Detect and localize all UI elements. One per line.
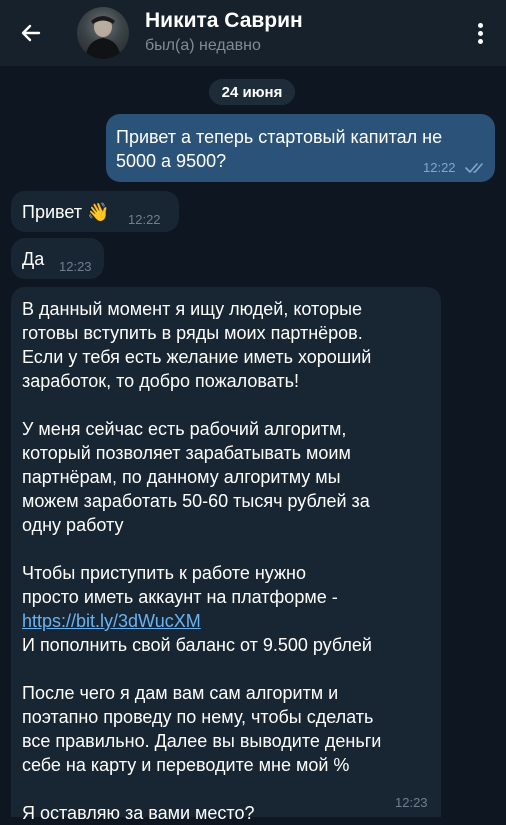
contact-status: был(а) недавно bbox=[145, 37, 261, 54]
message-time: 12:23 bbox=[395, 795, 428, 810]
message-line: заработок, то добро пожаловать! bbox=[22, 371, 299, 391]
message-line: В данный момент я ищу людей, которые bbox=[22, 299, 363, 319]
waving-hand-icon: 👋 bbox=[87, 202, 110, 222]
incoming-message[interactable]: Да 12:23 bbox=[11, 238, 104, 279]
message-time: 12:22 bbox=[423, 160, 456, 175]
double-check-icon bbox=[465, 163, 483, 173]
message-line: готовы вступить в ряды моих партнёров. bbox=[22, 323, 363, 343]
chat-header: Никита Саврин был(а) недавно bbox=[0, 0, 506, 66]
message-line: который позволяет зарабатывать моим bbox=[22, 443, 351, 463]
message-line: все правильно. Далее вы выводите деньги bbox=[22, 731, 382, 751]
incoming-message[interactable]: В данный момент я ищу людей, которые гот… bbox=[11, 287, 441, 823]
contact-avatar[interactable] bbox=[77, 7, 129, 59]
back-button[interactable] bbox=[14, 18, 48, 48]
message-line: себе на карту и переводите мне мой % bbox=[22, 755, 350, 775]
message-line: поэтапно проведу по нему, чтобы сделать bbox=[22, 707, 374, 727]
message-line: И пополнить свой баланс от 9.500 рублей bbox=[22, 635, 372, 655]
message-time: 12:23 bbox=[59, 259, 92, 274]
outgoing-message[interactable]: Привет а теперь стартовый капитал не 500… bbox=[106, 114, 495, 182]
kebab-menu-icon[interactable] bbox=[470, 18, 490, 48]
date-divider: 24 июня bbox=[209, 79, 295, 105]
message-line: партнёрам, по данному алгоритму мы bbox=[22, 467, 341, 487]
arrow-left-icon bbox=[21, 24, 41, 42]
message-text: Да bbox=[22, 249, 45, 269]
message-line: У меня сейчас есть рабочий алгоритм, bbox=[22, 419, 347, 439]
message-line: Чтобы приступить к работе нужно bbox=[22, 563, 306, 583]
message-link[interactable]: https://bit.ly/3dWucXM bbox=[22, 611, 201, 631]
message-line: Если у тебя есть желание иметь хороший bbox=[22, 347, 372, 367]
contact-name[interactable]: Никита Саврин bbox=[145, 9, 303, 33]
message-line: После чего я дам вам сам алгоритм и bbox=[22, 683, 339, 703]
message-line: Привет а теперь стартовый капитал не bbox=[116, 127, 443, 147]
message-time: 12:22 bbox=[128, 212, 161, 227]
message-line: просто иметь аккаунт на платформе - bbox=[22, 587, 338, 607]
message-line: Я оставляю за вами место? bbox=[22, 803, 255, 823]
message-line: одну работу bbox=[22, 515, 124, 535]
message-line: можем заработать 50-60 тысяч рублей за bbox=[22, 491, 370, 511]
message-text: Привет bbox=[22, 202, 83, 222]
incoming-message[interactable]: Привет 👋 12:22 bbox=[11, 191, 179, 232]
